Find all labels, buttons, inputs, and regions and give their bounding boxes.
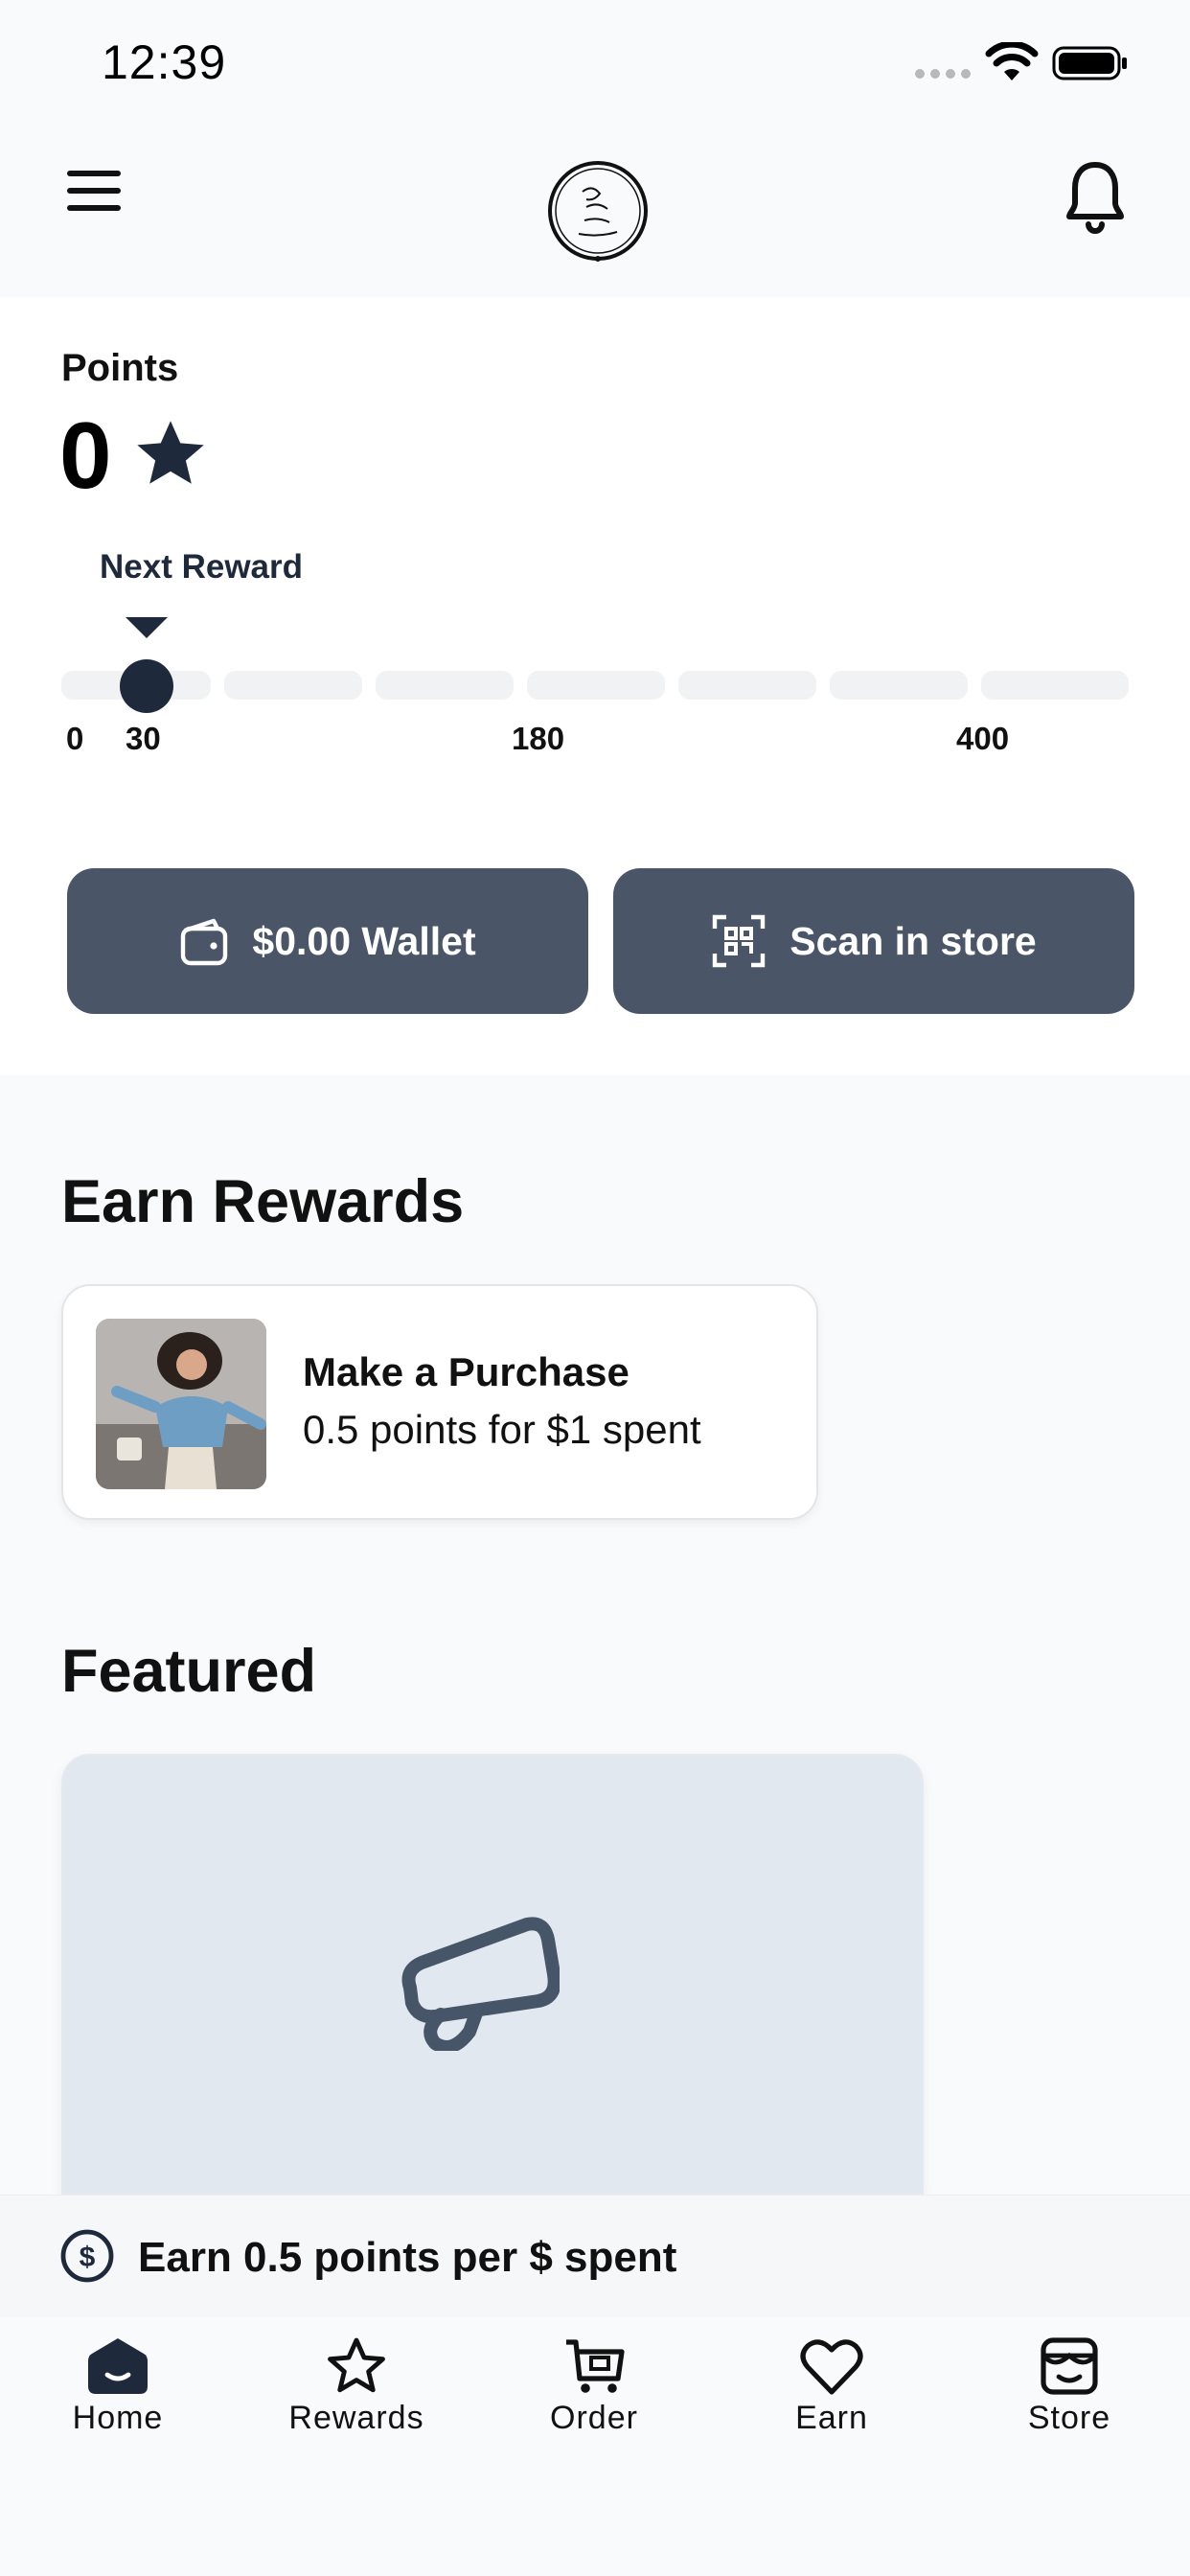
earn-reward-card[interactable]: Make a Purchase 0.5 points for $1 spent: [61, 1284, 818, 1520]
star-icon: [137, 421, 204, 484]
points-label: Points: [61, 347, 179, 389]
status-bar: 12:39: [0, 0, 1190, 134]
heart-icon: [800, 2339, 863, 2395]
featured-card[interactable]: [61, 1754, 924, 2195]
points-card: Points 0 Next Reward 0 30 180 400 $0.00 …: [0, 297, 1190, 1075]
points-progress-track: [61, 671, 1129, 700]
earn-rate-text: Earn 0.5 points per $ spent: [138, 2234, 677, 2281]
tab-home-label: Home: [72, 2400, 164, 2436]
progress-tick-label: 0: [66, 721, 84, 756]
tab-home[interactable]: Home: [22, 2336, 214, 2471]
next-reward-label: Next Reward: [100, 548, 304, 586]
purchase-thumbnail-image: [96, 1319, 266, 1489]
next-reward-pointer-icon: [126, 617, 168, 638]
earn-item-title: Make a Purchase: [303, 1349, 629, 1394]
wallet-button-label: $0.00 Wallet: [252, 918, 476, 963]
scan-button-label: Scan in store: [790, 918, 1037, 963]
signal-dots-icon: [915, 69, 971, 79]
progress-segment: [224, 671, 362, 700]
hamburger-menu-icon[interactable]: [63, 171, 130, 228]
home-icon: [88, 2338, 148, 2394]
progress-segment: [678, 671, 816, 700]
earn-rate-banner: $ Earn 0.5 points per $ spent: [0, 2195, 1190, 2317]
points-value: 0: [59, 402, 112, 508]
tab-store[interactable]: Store: [973, 2336, 1165, 2471]
dollar-circle-icon: $: [60, 2229, 114, 2283]
store-icon: [1041, 2337, 1098, 2395]
progress-tick-label: 180: [512, 721, 565, 756]
tab-store-label: Store: [1027, 2400, 1111, 2436]
brand-logo: [548, 161, 648, 262]
tab-rewards[interactable]: Rewards: [261, 2336, 452, 2471]
battery-icon: [1052, 46, 1127, 80]
qr-scan-icon: [713, 914, 766, 968]
cart-icon: [566, 2339, 625, 2393]
status-time: 12:39: [102, 35, 227, 89]
tab-rewards-label: Rewards: [288, 2400, 424, 2436]
tab-order-label: Order: [550, 2400, 638, 2436]
megaphone-icon: [401, 1917, 560, 2051]
featured-title: Featured: [61, 1638, 317, 1705]
svg-text:$: $: [80, 2242, 96, 2273]
bell-icon[interactable]: [1062, 155, 1129, 242]
progress-segment: [527, 671, 665, 700]
progress-segment: [830, 671, 968, 700]
wifi-icon: [985, 42, 1039, 80]
progress-segment: [376, 671, 514, 700]
earn-rewards-title: Earn Rewards: [61, 1168, 465, 1235]
star-icon: [328, 2337, 385, 2393]
scan-in-store-button[interactable]: Scan in store: [613, 868, 1134, 1014]
progress-tick-label: 30: [126, 721, 161, 756]
earn-item-description: 0.5 points for $1 spent: [303, 1407, 701, 1452]
app-header: [0, 134, 1190, 297]
bottom-tab-bar: Home Rewards Order Earn Store: [0, 2317, 1190, 2576]
tab-earn-label: Earn: [795, 2400, 868, 2436]
tab-earn[interactable]: Earn: [736, 2336, 927, 2471]
progress-tick-label: 400: [956, 721, 1010, 756]
wallet-icon: [181, 918, 228, 966]
wallet-button[interactable]: $0.00 Wallet: [67, 868, 588, 1014]
progress-knob[interactable]: [120, 659, 173, 713]
tab-order[interactable]: Order: [498, 2336, 690, 2471]
progress-segment: [981, 671, 1129, 700]
